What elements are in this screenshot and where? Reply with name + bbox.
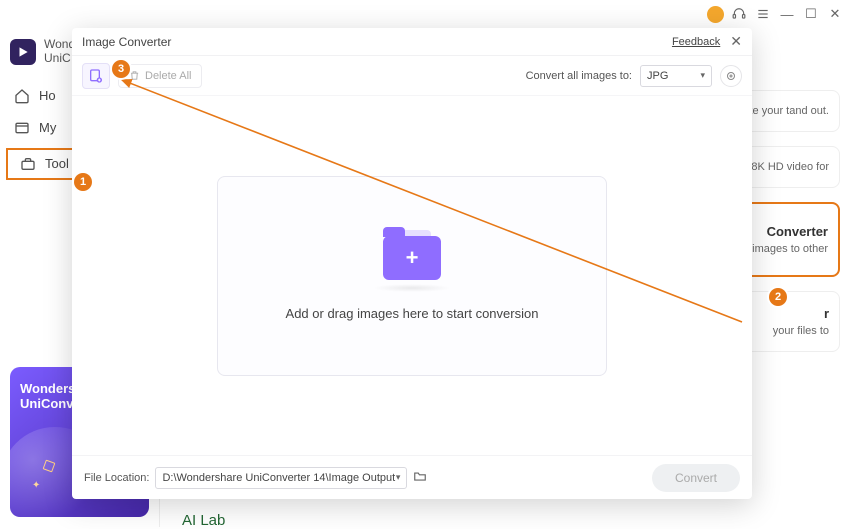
- convert-button-label: Convert: [675, 471, 717, 485]
- ailab-label: AI Lab: [182, 512, 225, 529]
- close-icon[interactable]: ✕: [730, 33, 742, 50]
- titlebar: — ☐ ✕: [0, 0, 850, 28]
- dropzone[interactable]: + Add or drag images here to start conve…: [217, 176, 607, 376]
- sidebar-item-label: Ho: [39, 88, 56, 103]
- folder-plus-icon: +: [369, 230, 455, 286]
- support-icon[interactable]: [730, 5, 748, 23]
- brand-logo: [10, 39, 36, 65]
- menu-icon[interactable]: [754, 5, 772, 23]
- close-window-button[interactable]: ✕: [826, 5, 844, 23]
- format-value: JPG: [647, 70, 668, 82]
- maximize-button[interactable]: ☐: [802, 5, 820, 23]
- open-folder-icon[interactable]: [413, 469, 427, 486]
- delete-all-label: Delete All: [145, 70, 191, 82]
- format-select[interactable]: JPG ▾: [640, 65, 712, 87]
- modal-title: Image Converter: [82, 35, 171, 49]
- image-converter-modal: Image Converter Feedback ✕ Delete All Co…: [72, 28, 752, 499]
- convert-button[interactable]: Convert: [652, 464, 740, 492]
- file-location-value: D:\Wondershare UniConverter 14\Image Out…: [162, 472, 395, 484]
- sidebar-item-label: Tool: [45, 156, 69, 171]
- avatar[interactable]: [707, 6, 724, 23]
- home-icon: [14, 88, 30, 104]
- chevron-down-icon: ▾: [396, 472, 401, 483]
- convert-all-label: Convert all images to:: [526, 70, 632, 82]
- step-badge-1: 1: [74, 173, 92, 191]
- modal-toolbar: Delete All Convert all images to: JPG ▾: [72, 56, 752, 96]
- toolbox-icon: [20, 156, 36, 172]
- settings-icon[interactable]: [720, 65, 742, 87]
- converter-sub: images to other: [752, 243, 828, 255]
- step-badge-3: 3: [112, 60, 130, 78]
- chevron-down-icon: ▾: [700, 70, 705, 81]
- sidebar-item-label: My: [39, 120, 56, 135]
- feedback-link[interactable]: Feedback: [672, 36, 720, 48]
- modal-titlebar: Image Converter Feedback ✕: [72, 28, 752, 56]
- modal-body: + Add or drag images here to start conve…: [72, 96, 752, 455]
- add-images-button[interactable]: [82, 63, 110, 89]
- dropzone-text: Add or drag images here to start convers…: [286, 306, 539, 321]
- files-icon: [14, 120, 30, 136]
- delete-all-button[interactable]: Delete All: [118, 64, 202, 88]
- modal-footer: File Location: D:\Wondershare UniConvert…: [72, 455, 752, 499]
- step-badge-2: 2: [769, 288, 787, 306]
- minimize-button[interactable]: —: [778, 5, 796, 23]
- file-location-select[interactable]: D:\Wondershare UniConverter 14\Image Out…: [155, 467, 407, 489]
- file-location-label: File Location:: [84, 472, 149, 484]
